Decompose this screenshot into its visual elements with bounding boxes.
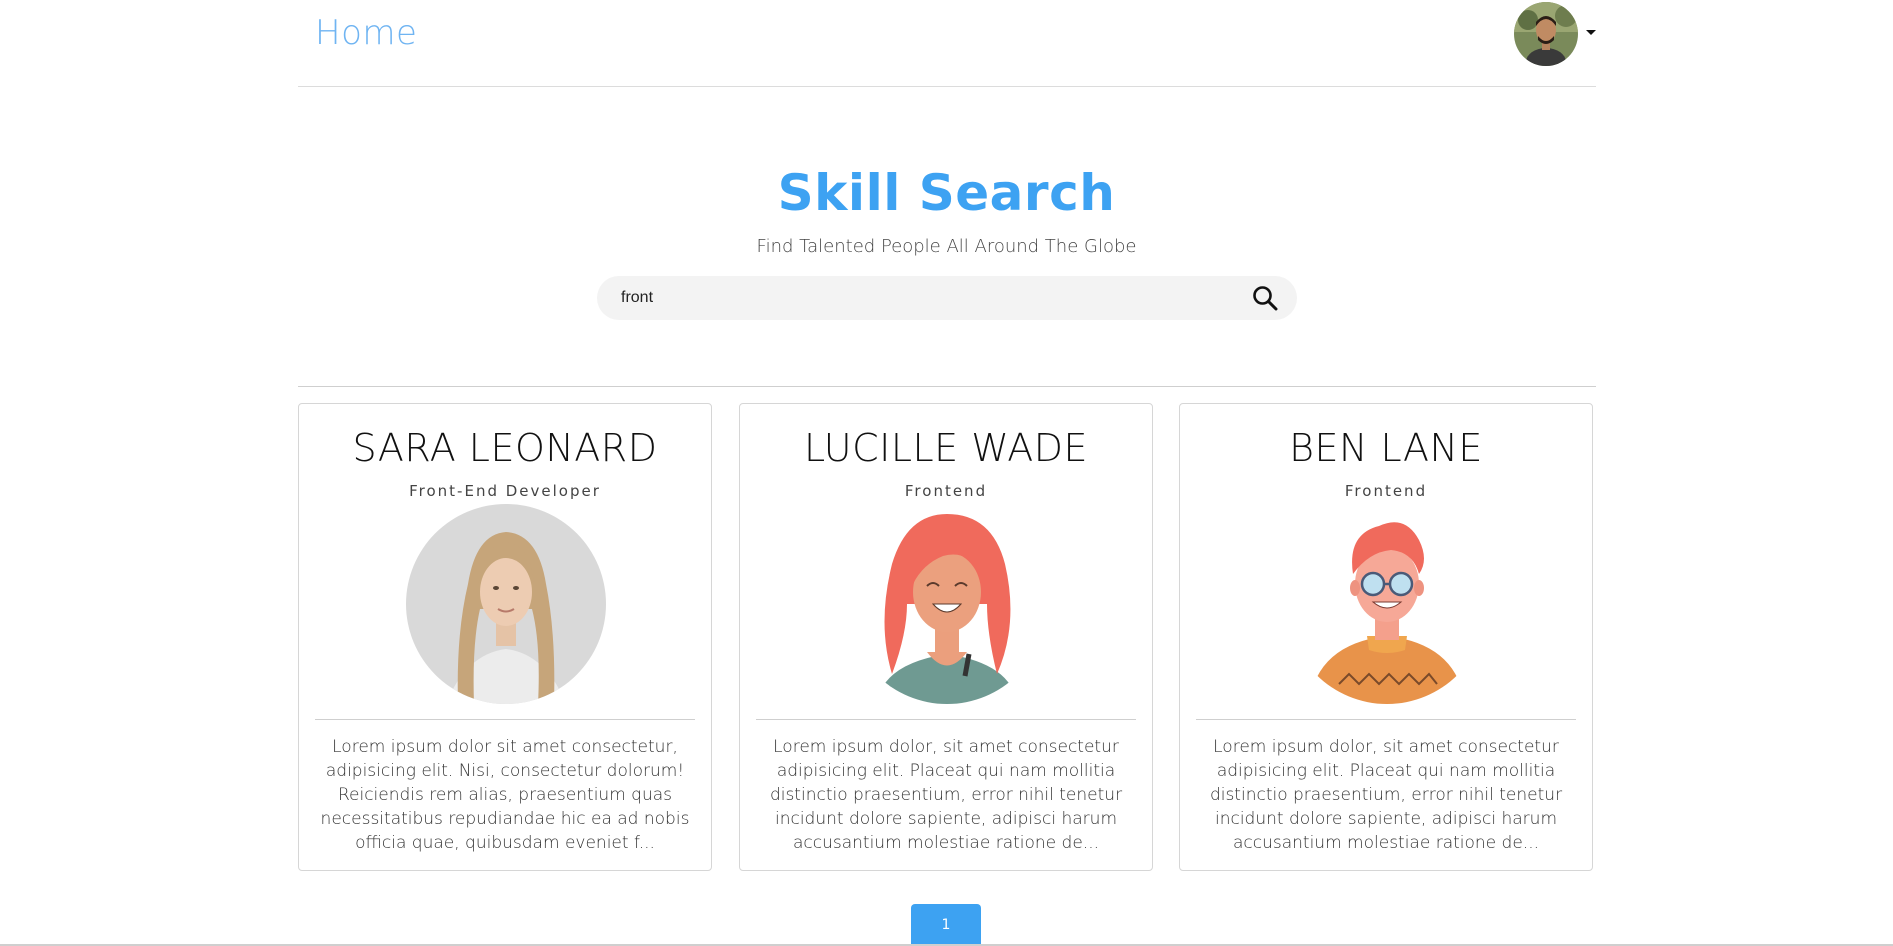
user-menu-toggle[interactable] [1514,2,1596,66]
search-bar [597,275,1297,321]
profile-description: Lorem ipsum dolor, sit amet consectetur … [1209,737,1563,853]
search-button[interactable] [1243,276,1287,320]
profile-card[interactable]: LUCILLE WADE Frontend Lorem ipsum dolor,… [739,403,1153,871]
search-input[interactable] [597,275,1243,321]
profile-description: Lorem ipsum dolor sit amet consectetur, … [320,737,690,853]
profile-avatar-illustration [847,504,1047,704]
profile-role: Frontend [1344,482,1428,500]
profile-description: Lorem ipsum dolor, sit amet consectetur … [769,737,1123,853]
profile-name: LUCILLE WADE [803,426,1089,470]
chevron-down-icon[interactable] [1586,29,1596,35]
search-icon [1253,286,1278,311]
section-divider [298,386,1596,387]
pagination-page-button[interactable]: 1 [911,904,981,946]
profile-card[interactable]: BEN LANE Frontend Lorem ipsum dolor, sit… [1179,403,1593,871]
home-link[interactable]: Home [315,13,417,53]
profile-name: SARA LEONARD [352,426,658,470]
profile-photo [406,504,606,704]
card-divider [756,719,1136,720]
profile-role: Frontend [904,482,988,500]
profile-card[interactable]: SARA LEONARD Front-End Developer Lorem i… [298,403,712,871]
card-divider [315,719,695,720]
profile-role: Front-End Developer [409,482,601,500]
profile-name: BEN LANE [1289,426,1483,470]
card-divider [1196,719,1576,720]
page-title: Skill Search [777,164,1116,222]
top-navbar: Home [298,0,1596,87]
user-avatar[interactable] [1514,2,1578,66]
page-subtitle: Find Talented People All Around The Glob… [756,236,1137,257]
profile-avatar-illustration [1287,504,1487,704]
